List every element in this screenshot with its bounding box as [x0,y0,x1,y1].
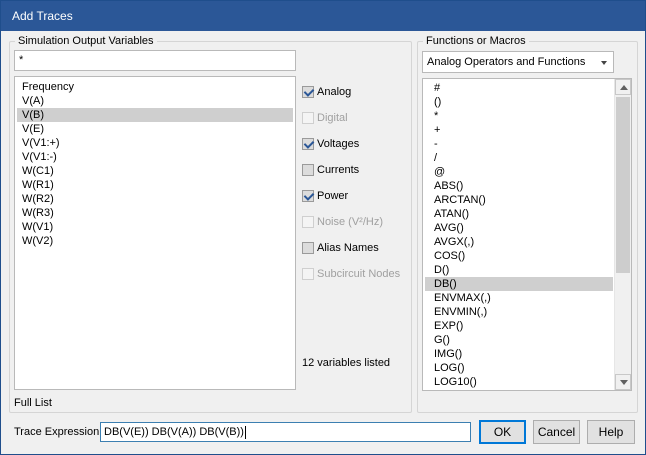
function-list-item[interactable]: DB() [425,277,613,291]
variable-list-item[interactable]: W(R3) [17,206,293,220]
scroll-up-button[interactable] [615,79,631,95]
trace-expression-value: DB(V(E)) DB(V(A)) DB(V(B)) [104,426,244,438]
help-button[interactable]: Help [587,420,635,444]
variable-list-item[interactable]: V(V1:+) [17,136,293,150]
scroll-down-button[interactable] [615,374,631,390]
function-list-item[interactable]: AVG() [425,221,613,235]
filter-checkbox [302,112,314,124]
function-list-item[interactable]: COS() [425,249,613,263]
variable-list-item[interactable]: V(B) [17,108,293,122]
function-list-item[interactable]: LOG() [425,361,613,375]
sim-output-group-label: Simulation Output Variables [15,34,157,48]
arrow-down-icon [620,380,628,385]
trace-expression-label: Trace Expression: [14,426,103,438]
variable-list[interactable]: Frequency V(A) V(B) V(E) V(V1:+) V(V1:-) W(C1)… [14,76,296,390]
ok-button[interactable]: OK [479,420,526,444]
chevron-down-icon [601,61,607,65]
filter-checkbox[interactable] [302,242,314,254]
filter-checkbox[interactable] [302,86,314,98]
function-category-select[interactable]: Analog Operators and Functions [422,51,614,73]
scrollbar-thumb[interactable] [616,97,630,273]
variable-list-item[interactable]: V(A) [17,94,293,108]
filter-checkbox-row: Digital [302,110,348,126]
variable-list-item[interactable]: W(C1) [17,164,293,178]
function-list-item[interactable]: @ [425,165,613,179]
function-list-item[interactable]: M() [425,389,613,390]
function-list[interactable]: #() * + - / @ ABS() ARCTAN() ATAN() AVG() AVGX(,) C… [422,78,632,391]
filter-checkbox-row[interactable]: Power [302,188,348,204]
variable-list-item[interactable]: V(V1:-) [17,150,293,164]
function-list-items: #() * + - / @ ABS() ARCTAN() ATAN() AVG() AVGX(,) C… [423,81,615,390]
filter-checkbox-row[interactable]: Currents [302,162,359,178]
trace-expression-input[interactable]: DB(V(E)) DB(V(A)) DB(V(B)) [100,422,471,442]
variable-filter-input[interactable]: * [14,50,296,71]
function-list-item[interactable]: ENVMAX(,) [425,291,613,305]
functions-group-label: Functions or Macros [423,34,529,48]
window-title: Add Traces [1,1,645,31]
variable-count: 12 variables listed [302,357,391,369]
function-list-scrollbar[interactable] [614,79,631,390]
function-list-item[interactable]: ENVMIN(,) [425,305,613,319]
filter-checkbox [302,216,314,228]
filter-checkbox-label: Voltages [317,138,360,150]
function-list-item[interactable]: + [425,123,613,137]
variable-list-item[interactable]: W(V2) [17,234,293,248]
filter-checkbox-label: Currents [317,164,360,176]
function-list-item[interactable]: / [425,151,613,165]
add-traces-dialog: Add Traces Simulation Output Variables *… [0,0,646,455]
filter-checkbox-row: Subcircuit Nodes [302,266,400,282]
function-list-item[interactable]: - [425,137,613,151]
text-caret [244,425,246,439]
function-list-item[interactable]: IMG() [425,347,613,361]
filter-checkbox-label: Power [317,190,349,202]
function-list-item[interactable]: # [425,81,613,95]
filter-checkbox-row[interactable]: Analog [302,84,351,100]
filter-checkbox-row[interactable]: Voltages [302,136,359,152]
function-list-item[interactable]: ABS() [425,179,613,193]
filter-checkbox-label: Digital [317,112,348,124]
full-list-label: Full List [14,397,52,409]
filter-checkbox-row: Noise (V²/Hz) [302,214,383,230]
filter-checkbox[interactable] [302,164,314,176]
function-list-item[interactable]: LOG10() [425,375,613,389]
cancel-button[interactable]: Cancel [533,420,580,444]
filter-checkbox-row[interactable]: Alias Names [302,240,379,256]
function-list-item[interactable]: * [425,109,613,123]
variable-list-item[interactable]: Frequency [17,80,293,94]
function-list-item[interactable]: D() [425,263,613,277]
filter-checkbox-label: Alias Names [317,242,379,254]
function-list-item[interactable]: ARCTAN() [425,193,613,207]
function-list-item[interactable]: ATAN() [425,207,613,221]
filter-checkbox [302,268,314,280]
variable-list-item[interactable]: V(E) [17,122,293,136]
function-list-item[interactable]: EXP() [425,319,613,333]
filter-checkbox-label: Analog [317,86,352,98]
filter-checkbox-label: Noise (V²/Hz) [317,216,384,228]
function-category-value: Analog Operators and Functions [427,56,586,68]
arrow-up-icon [620,85,628,90]
function-list-item[interactable]: G() [425,333,613,347]
filter-checkbox[interactable] [302,138,314,150]
variable-list-item[interactable]: W(R2) [17,192,293,206]
variable-list-item[interactable]: W(V1) [17,220,293,234]
function-list-item[interactable]: AVGX(,) [425,235,613,249]
filter-checkbox-label: Subcircuit Nodes [317,268,401,280]
variable-list-item[interactable]: W(R1) [17,178,293,192]
filter-checkbox[interactable] [302,190,314,202]
function-list-item[interactable]: () [425,95,613,109]
